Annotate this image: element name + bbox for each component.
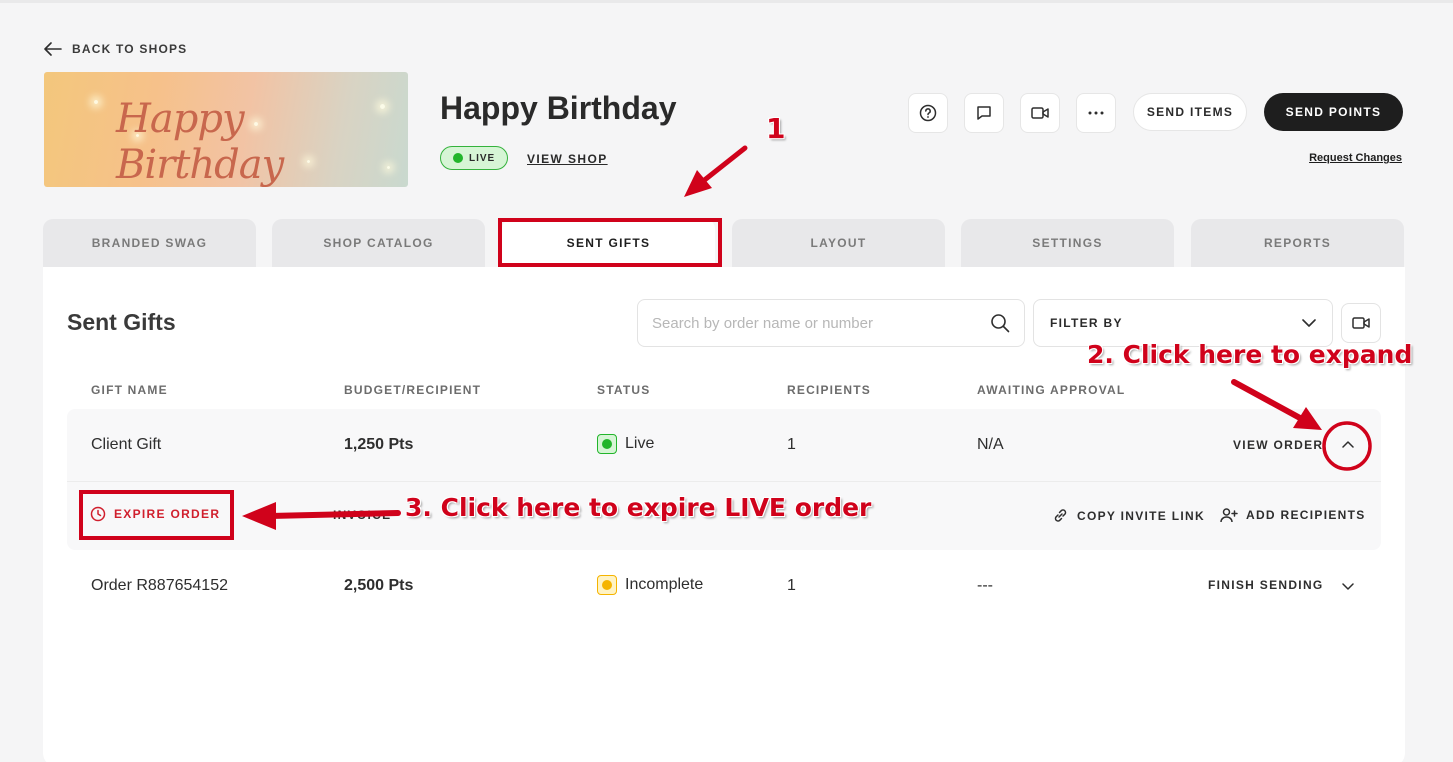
gift-name-cell: Client Gift bbox=[91, 436, 162, 453]
help-button[interactable] bbox=[908, 93, 948, 133]
search-box bbox=[637, 299, 1025, 347]
send-items-button[interactable]: SEND ITEMS bbox=[1133, 93, 1247, 131]
video-button[interactable] bbox=[1020, 93, 1060, 133]
add-user-icon bbox=[1220, 508, 1238, 523]
status-cell: Live bbox=[597, 434, 654, 454]
view-order-button[interactable]: VIEW ORDER bbox=[1233, 438, 1323, 452]
search-input[interactable] bbox=[652, 314, 990, 332]
view-shop-link[interactable]: VIEW SHOP bbox=[527, 152, 608, 166]
back-to-shops-label: BACK TO SHOPS bbox=[72, 42, 188, 56]
collapse-row-button[interactable] bbox=[1338, 434, 1358, 454]
invoice-button[interactable]: INVOICE bbox=[333, 508, 391, 522]
section-title: Sent Gifts bbox=[67, 309, 176, 335]
add-recipients-label: ADD RECIPIENTS bbox=[1246, 508, 1366, 522]
column-header-awaiting-approval: AWAITING APPROVAL bbox=[977, 383, 1126, 397]
request-changes-link[interactable]: Request Changes bbox=[1309, 152, 1402, 164]
awaiting-approval-cell: --- bbox=[977, 577, 993, 594]
video-tutorial-button[interactable] bbox=[1341, 303, 1381, 343]
tab-layout[interactable]: LAYOUT bbox=[732, 219, 945, 267]
video-icon bbox=[1031, 107, 1049, 119]
column-header-recipients: RECIPIENTS bbox=[787, 383, 872, 397]
status-label: Live bbox=[625, 435, 655, 452]
finish-sending-button[interactable]: FINISH SENDING bbox=[1208, 578, 1324, 592]
expand-row-button[interactable] bbox=[1338, 576, 1358, 596]
top-border bbox=[0, 0, 1453, 3]
status-cell: Incomplete bbox=[597, 575, 703, 595]
annotation-highlight-tab bbox=[498, 218, 722, 267]
chevron-up-icon bbox=[1342, 440, 1354, 448]
status-label: Incomplete bbox=[625, 576, 704, 593]
recipients-cell: 1 bbox=[787, 436, 796, 453]
annotation-step-2: 2. Click here to expand bbox=[1087, 340, 1413, 369]
status-badge-label: LIVE bbox=[469, 152, 496, 164]
budget-cell: 1,250 Pts bbox=[344, 436, 414, 453]
tab-reports[interactable]: REPORTS bbox=[1191, 219, 1404, 267]
recipients-cell: 1 bbox=[787, 577, 796, 594]
copy-invite-link-button[interactable]: COPY INVITE LINK bbox=[1052, 507, 1205, 524]
column-header-status: STATUS bbox=[597, 383, 651, 397]
shop-title: Happy Birthday bbox=[440, 90, 677, 126]
live-dot-icon bbox=[453, 153, 463, 163]
status-live-icon bbox=[597, 434, 617, 454]
tab-shop-catalog[interactable]: SHOP CATALOG bbox=[272, 219, 485, 267]
status-incomplete-icon bbox=[597, 575, 617, 595]
column-header-gift-name: GIFT NAME bbox=[91, 383, 168, 397]
chevron-down-icon bbox=[1342, 582, 1354, 590]
video-icon bbox=[1352, 317, 1370, 329]
annotation-arrowhead-1 bbox=[684, 170, 712, 197]
help-icon bbox=[919, 104, 937, 122]
status-badge: LIVE bbox=[440, 146, 509, 170]
banner-text: Happy Birthday bbox=[116, 96, 284, 187]
back-to-shops-link[interactable]: BACK TO SHOPS bbox=[44, 42, 187, 56]
annotation-arrow-1 bbox=[699, 145, 748, 185]
row-divider bbox=[67, 481, 1381, 482]
column-header-budget: BUDGET/RECIPIENT bbox=[344, 383, 482, 397]
annotation-step-3: 3. Click here to expire LIVE order bbox=[405, 493, 872, 522]
budget-cell: 2,500 Pts bbox=[344, 577, 414, 594]
link-icon bbox=[1054, 509, 1067, 522]
chevron-down-icon bbox=[1302, 319, 1316, 327]
chat-button[interactable] bbox=[964, 93, 1004, 133]
shop-banner-image: Happy Birthday bbox=[44, 72, 408, 187]
send-points-button[interactable]: SEND POINTS bbox=[1264, 93, 1403, 131]
table-row bbox=[67, 409, 1381, 550]
tab-settings[interactable]: SETTINGS bbox=[961, 219, 1174, 267]
chat-icon bbox=[977, 106, 991, 120]
awaiting-approval-cell: N/A bbox=[977, 436, 1004, 453]
more-icon bbox=[1088, 111, 1104, 115]
filter-label: FILTER BY bbox=[1050, 316, 1123, 330]
copy-invite-link-label: COPY INVITE LINK bbox=[1077, 508, 1205, 523]
more-button[interactable] bbox=[1076, 93, 1116, 133]
annotation-highlight-expire bbox=[79, 490, 234, 540]
add-recipients-button[interactable]: ADD RECIPIENTS bbox=[1220, 507, 1366, 523]
annotation-step-1: 1 bbox=[766, 112, 786, 145]
gift-name-cell: Order R887654152 bbox=[91, 577, 228, 594]
search-icon[interactable] bbox=[990, 313, 1010, 333]
tab-branded-swag[interactable]: BRANDED SWAG bbox=[43, 219, 256, 267]
arrow-left-icon bbox=[44, 42, 62, 56]
